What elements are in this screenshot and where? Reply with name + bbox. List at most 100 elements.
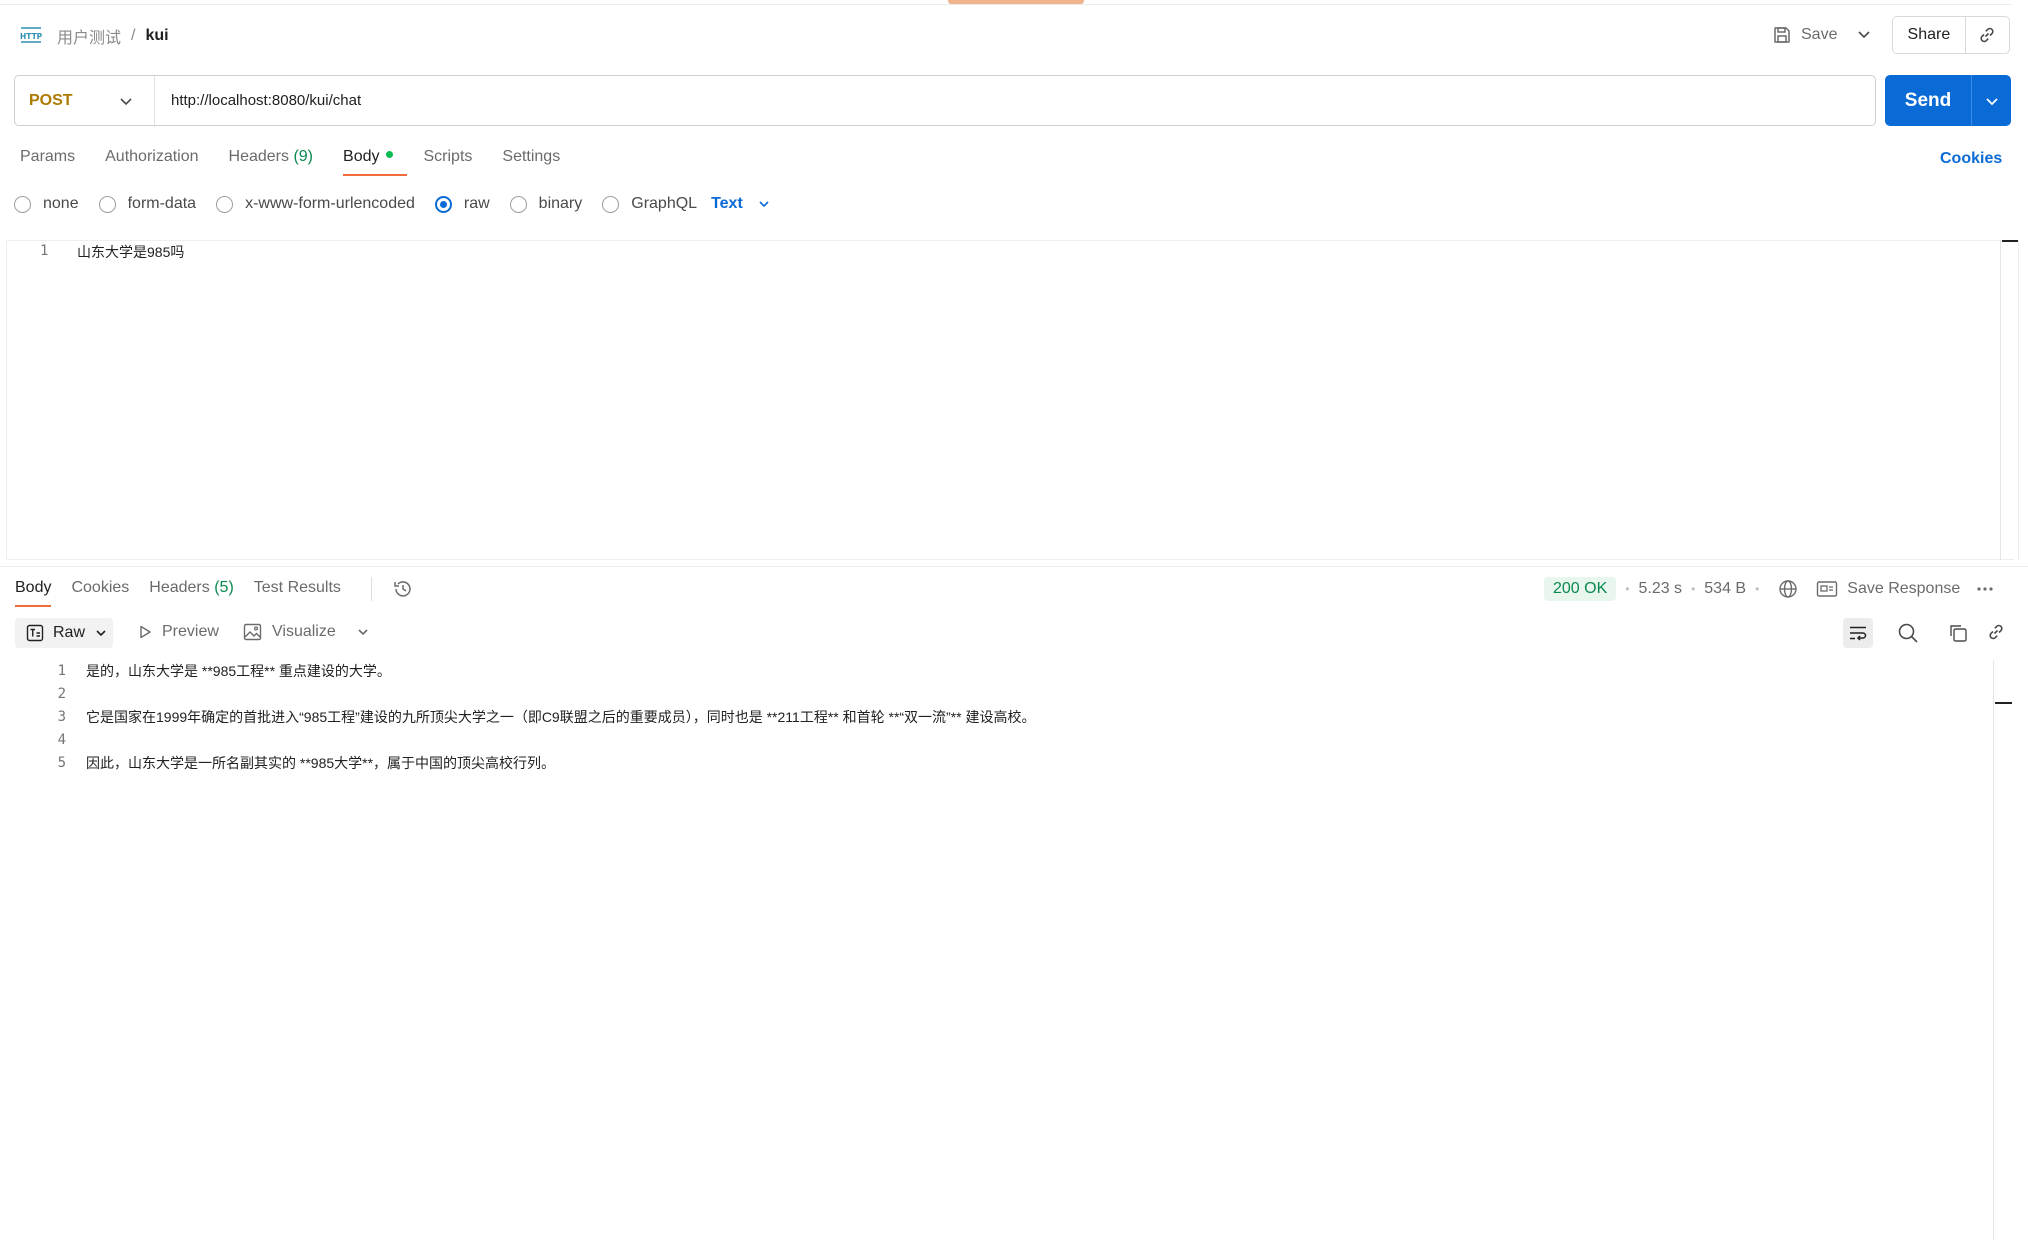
body-type-selector: none form-data x-www-form-urlencoded raw… [14, 192, 771, 216]
save-response-icon [1817, 581, 1838, 597]
more-options-icon[interactable] [1976, 586, 1994, 592]
line-number: 1 [57, 663, 66, 680]
tabs-divider [370, 577, 372, 601]
response-meta: 200 OK • 5.23 s • 534 B • Save Response [1544, 576, 1994, 602]
line-number: 2 [57, 686, 66, 703]
response-time[interactable]: 5.23 s [1638, 580, 1682, 598]
http-request-icon: HTTP [20, 27, 42, 43]
chevron-down-icon [1985, 97, 1998, 105]
link-icon[interactable] [1986, 622, 2006, 642]
request-tabs: Params Authorization Headers (9) Body Sc… [20, 148, 590, 178]
radio-button[interactable] [14, 195, 31, 213]
breadcrumb: 用户测试 / kui [57, 25, 169, 47]
save-button[interactable]: Save [1772, 17, 1837, 53]
line-text: 它是国家在1999年确定的首批进入“985工程”建设的九所顶尖大学之一（即C9联… [86, 708, 1036, 725]
copy-link-button[interactable] [1966, 25, 2009, 45]
radio-button[interactable] [602, 195, 620, 213]
share-button[interactable]: Share [1893, 26, 1965, 44]
response-size[interactable]: 534 B [1704, 580, 1746, 598]
chevron-down-icon [120, 97, 132, 105]
line-text: 是的，山东大学是 **985工程** 重点建设的大学。 [86, 663, 391, 680]
breadcrumb-collection[interactable]: 用户测试 [57, 24, 121, 48]
response-scrollbar-track[interactable] [1993, 660, 1994, 1240]
tab-test-results[interactable]: Test Results [254, 579, 341, 597]
response-scroll-marker [1995, 702, 2012, 704]
chevron-down-icon [759, 201, 769, 208]
meta-separator: • [1691, 582, 1696, 596]
body-type-raw[interactable]: raw [434, 195, 490, 213]
response-line: 2 [50, 683, 1990, 706]
response-line: 3 它是国家在1999年确定的首批进入“985工程”建设的九所顶尖大学之一（即C9… [50, 706, 1990, 729]
radio-button[interactable] [509, 195, 527, 213]
tab-settings[interactable]: Settings [502, 148, 560, 178]
line-number: 5 [57, 754, 66, 771]
wrap-lines-button[interactable] [1843, 618, 1873, 648]
chevron-down-icon[interactable] [1855, 25, 1873, 43]
status-badge[interactable]: 200 OK [1544, 577, 1617, 601]
response-format-select[interactable]: Raw [15, 618, 113, 648]
wrap-icon [1850, 626, 1867, 641]
send-options-button[interactable] [1972, 93, 2011, 109]
editor-border [2018, 240, 2019, 560]
visualize-button[interactable]: Visualize [243, 623, 370, 641]
send-button-group: Send [1885, 75, 2011, 126]
line-number: 4 [57, 731, 66, 748]
body-type-none[interactable]: none [14, 195, 79, 213]
line-text: 因此，山东大学是一所名副其实的 **985大学**，属于中国的顶尖高校行列。 [86, 754, 556, 771]
history-icon[interactable] [392, 578, 414, 600]
cookies-link[interactable]: Cookies [1940, 150, 2002, 168]
method-select[interactable]: POST [15, 76, 155, 125]
save-icon [1774, 27, 1790, 43]
tab-response-cookies[interactable]: Cookies [71, 579, 129, 597]
tab-params[interactable]: Params [20, 148, 75, 178]
image-icon [243, 623, 262, 641]
chevron-down-icon[interactable] [356, 625, 370, 639]
radio-button-selected[interactable] [434, 195, 452, 213]
globe-icon[interactable] [1778, 579, 1798, 599]
preview-button[interactable]: Preview [137, 623, 219, 641]
request-url-bar: POST [14, 75, 1876, 126]
response-line: 5 因此，山东大学是一所名副其实的 **985大学**，属于中国的顶尖高校行列。 [50, 751, 1990, 774]
copy-icon[interactable] [1948, 623, 1968, 643]
body-type-urlencoded[interactable]: x-www-form-urlencoded [216, 195, 415, 213]
radio-button[interactable] [98, 195, 116, 213]
body-type-binary[interactable]: binary [509, 195, 582, 213]
save-response-button[interactable]: Save Response [1816, 580, 1960, 598]
editor-line-text[interactable]: 山东大学是985吗 [77, 242, 184, 262]
response-line: 1 是的，山东大学是 **985工程** 重点建设的大学。 [50, 660, 1990, 683]
svg-text:HTTP: HTTP [20, 32, 42, 41]
url-input[interactable] [155, 76, 1875, 125]
request-body-editor[interactable] [6, 240, 2014, 560]
chevron-down-icon [96, 630, 106, 637]
response-headers-count: (5) [214, 579, 234, 596]
tab-headers[interactable]: Headers (9) [229, 148, 314, 178]
link-icon [1980, 27, 1994, 43]
tab-scripts[interactable]: Scripts [423, 148, 472, 178]
tab-response-body[interactable]: Body [15, 579, 52, 607]
body-type-graphql[interactable]: GraphQL [602, 195, 697, 213]
tab-authorization[interactable]: Authorization [105, 148, 198, 178]
save-label: Save [1801, 26, 1838, 43]
send-button[interactable]: Send [1885, 90, 1971, 112]
body-type-form-data[interactable]: form-data [98, 195, 196, 213]
pane-divider[interactable] [0, 566, 2028, 567]
breadcrumb-request-name[interactable]: kui [145, 27, 168, 45]
response-body-viewer[interactable]: 1 是的，山东大学是 **985工程** 重点建设的大学。 2 3 它是国家在199… [50, 660, 1990, 774]
meta-separator: • [1625, 582, 1630, 596]
play-icon [140, 625, 151, 639]
editor-scroll-marker [2002, 240, 2019, 242]
search-icon[interactable] [1897, 622, 1919, 644]
method-label: POST [29, 91, 73, 109]
meta-separator: • [1755, 582, 1760, 596]
response-tabs: Body Cookies Headers (5) Test Results [15, 577, 414, 609]
line-number: 3 [57, 708, 66, 725]
top-divider [0, 4, 2012, 5]
breadcrumb-separator: / [131, 27, 136, 44]
body-modified-dot [386, 151, 394, 158]
tab-response-headers[interactable]: Headers (5) [149, 579, 234, 597]
tab-body[interactable]: Body [343, 148, 409, 178]
raw-format-select[interactable]: Text [711, 195, 771, 213]
editor-scrollbar-track[interactable] [2000, 240, 2001, 560]
response-line: 4 [50, 728, 1990, 751]
radio-button[interactable] [216, 195, 234, 213]
